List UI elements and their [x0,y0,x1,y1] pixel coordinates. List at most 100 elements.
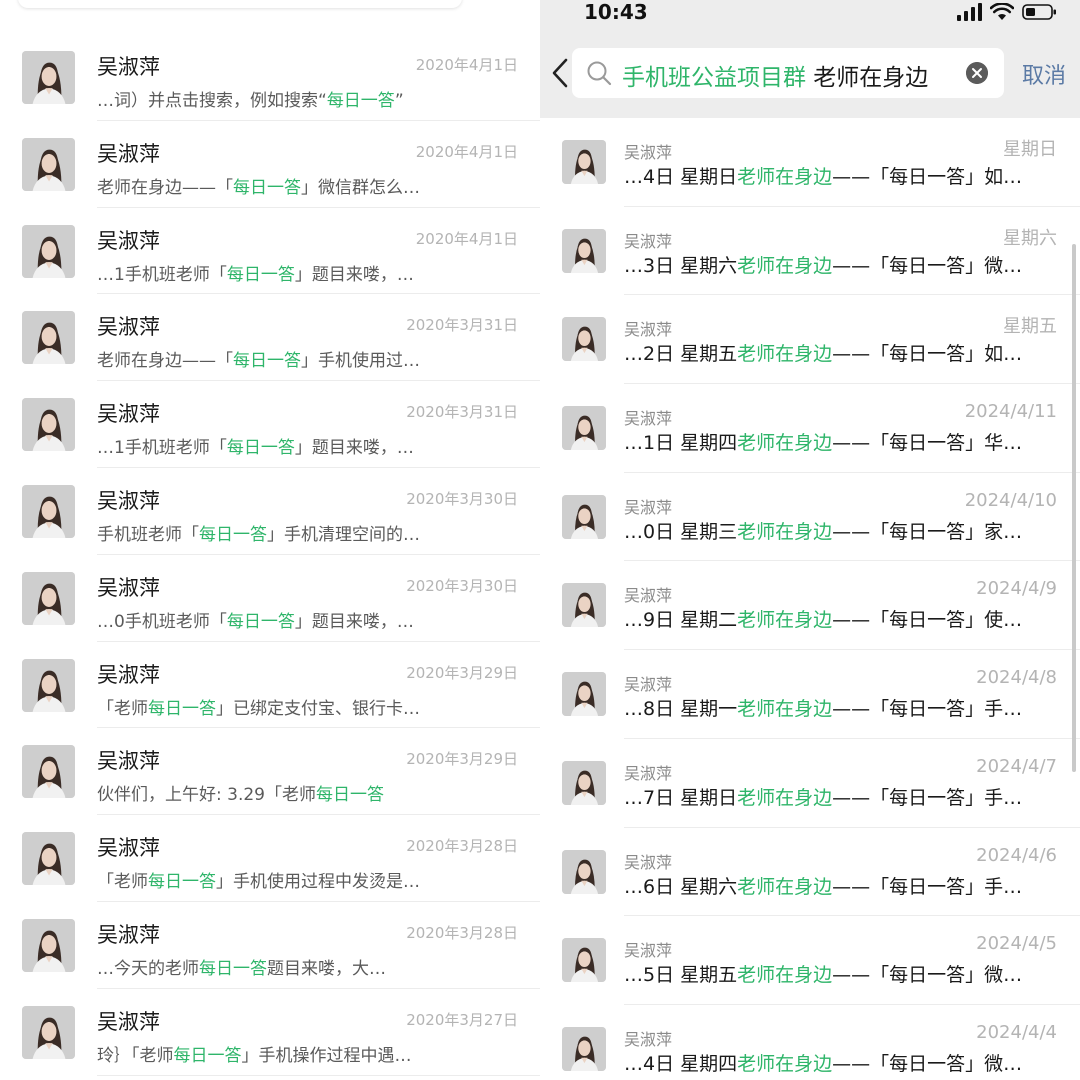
avatar-image [22,224,75,278]
avatar [22,484,75,538]
sender-name: 吴淑萍 [97,836,160,861]
sender-name: 吴淑萍 [624,586,673,606]
keyword-highlight: 每日一答 [148,872,216,893]
snippet-text: …8日 星期一 [624,698,738,721]
sender-name: 吴淑萍 [624,143,673,162]
avatar-image [562,140,606,184]
keyword-highlight: 每日一答 [199,524,267,545]
snippet-text: …7日 星期日 [624,786,738,809]
message-timestamp: 2020年3月28日 [406,923,518,942]
avatar [22,571,75,625]
search-result-row[interactable]: 吴淑萍 2024/4/4 …4日 星期四老师在身边——「每日一答」微… [540,1005,1080,1080]
keyword-highlight: 每日一答 [148,698,216,719]
snippet-text: …今天的老师 [97,958,199,979]
avatar [22,745,75,799]
search-result-row[interactable]: 吴淑萍 2020年3月28日 「老师每日一答」手机使用过程中发烫是… [0,815,540,902]
search-input[interactable]: 手机班公益项目群 老师在身边 [572,48,1004,98]
message-timestamp: 2020年4月1日 [415,142,518,161]
snippet-text: …3日 星期六 [624,254,738,277]
search-header: 10:43 手机班公益项目群 老师在身边 取消 [540,0,1080,118]
avatar [562,1026,606,1071]
search-result-row[interactable]: 吴淑萍 2024/4/10 …0日 星期三老师在身边——「每日一答」家… [540,473,1080,562]
avatar [562,406,606,451]
clear-search-icon[interactable] [966,62,988,84]
avatar [22,51,75,104]
snippet-text: 题目来喽，大… [267,958,386,979]
message-timestamp: 2020年3月29日 [406,663,518,682]
search-result-row[interactable]: 吴淑萍 2024/4/7 …7日 星期日老师在身边——「每日一答」手… [540,739,1080,828]
snippet-text: ——「每日一答」家… [832,520,1023,543]
row-divider [97,1074,540,1076]
search-result-row[interactable]: 吴淑萍 2024/4/5 …5日 星期五老师在身边——「每日一答」微… [540,916,1080,1005]
avatar [562,583,606,628]
search-result-row[interactable]: 吴淑萍 2020年3月29日 「老师每日一答」已绑定支付宝、银行卡… [0,642,540,729]
sender-name: 吴淑萍 [97,749,160,774]
message-snippet: …4日 星期日老师在身边——「每日一答」如… [624,162,1064,189]
search-result-row[interactable]: 吴淑萍 2020年3月31日 …1手机班老师「每日一答」题目来喽，… [0,381,540,468]
snippet-text: …1手机班老师「 [97,264,227,285]
search-result-row[interactable]: 吴淑萍 星期日 …4日 星期日老师在身边——「每日一答」如… [540,118,1080,207]
status-bar-icons [956,2,1058,22]
avatar [22,918,75,972]
snippet-text: 」手机操作过程中遇… [241,1045,412,1066]
keyword-highlight: 老师在身边 [737,609,833,632]
left-search-results-panel: 吴淑萍 2020年4月1日 …词）并点击搜索，例如搜索“每日一答” 吴淑萍 2020年… [0,0,540,1080]
search-result-row[interactable]: 吴淑萍 2020年3月30日 …0手机班老师「每日一答」题目来喽，… [0,555,540,642]
cancel-button[interactable]: 取消 [1022,58,1066,90]
snippet-text: ——「每日一答」微… [832,1052,1023,1075]
snippet-text: …5日 星期五 [624,964,738,987]
search-result-row[interactable]: 吴淑萍 2020年4月1日 …1手机班老师「每日一答」题目来喽，… [0,208,540,295]
back-arrow-icon[interactable] [548,56,574,90]
search-result-row[interactable]: 吴淑萍 2020年4月1日 …词）并点击搜索，例如搜索“每日一答” [0,34,540,121]
sender-name: 吴淑萍 [97,228,160,253]
avatar [562,938,606,983]
message-timestamp: 2024/4/4 [976,1021,1057,1043]
search-result-row[interactable]: 吴淑萍 2024/4/9 …9日 星期二老师在身边——「每日一答」使… [540,561,1080,651]
avatar [562,140,606,184]
message-timestamp: 2020年3月27日 [406,1010,518,1029]
sender-name: 吴淑萍 [97,141,160,166]
keyword-highlight: 老师在身边 [737,698,833,721]
avatar [562,672,606,717]
avatar-image [22,658,75,712]
sender-name: 吴淑萍 [97,922,160,947]
search-result-row[interactable]: 吴淑萍 2020年4月1日老师在身边——「每日一答」微信群怎么… [0,121,540,208]
message-snippet: 玲｝「老师每日一答」手机操作过程中遇… [97,1041,527,1066]
search-result-row[interactable]: 吴淑萍 2020年3月28日 …今天的老师每日一答题目来喽，大… [0,902,540,989]
message-timestamp: 2024/4/9 [976,578,1057,600]
snippet-text: ——「每日一答」微… [832,254,1023,277]
snippet-text: ——「每日一答」微… [832,964,1023,987]
search-result-row[interactable]: 吴淑萍 星期五 …2日 星期五老师在身边——「每日一答」如… [540,295,1080,385]
message-snippet: 老师在身边——「每日一答」微信群怎么… [97,173,527,198]
keyword-highlight: 每日一答 [233,351,301,372]
scrollbar[interactable] [1072,244,1076,772]
search-result-row[interactable]: 吴淑萍 2024/4/6 …6日 星期六老师在身边——「每日一答」手… [540,828,1080,917]
message-snippet: 手机班老师「每日一答」手机清理空间的… [97,520,527,545]
search-result-row[interactable]: 吴淑萍 2024/4/11 …1日 星期四老师在身边——「每日一答」华… [540,384,1080,473]
snippet-text: 」微信群怎么… [301,177,420,198]
sender-name: 吴淑萍 [97,55,160,79]
search-result-row[interactable]: 吴淑萍 2020年3月30日 手机班老师「每日一答」手机清理空间的… [0,468,540,555]
search-result-row[interactable]: 吴淑萍 2024/4/8 …8日 星期一老师在身边——「每日一答」手… [540,650,1080,739]
message-snippet: 伙伴们，上午好: 3.29「老师每日一答 [97,780,527,805]
wifi-icon [990,3,1014,20]
snippet-text: 」手机使用过… [301,351,420,372]
search-group-chip: 手机班公益项目群 [622,65,806,91]
status-bar-time: 10:43 [584,0,648,24]
search-result-row[interactable]: 吴淑萍 星期六 …3日 星期六老师在身边——「每日一答」微… [540,207,1080,296]
cellular-signal-icon [957,3,982,21]
message-snippet: …词）并点击搜索，例如搜索“每日一答” [97,86,527,111]
search-result-row[interactable]: 吴淑萍 2020年3月29日伙伴们，上午好: 3.29「老师每日一答 [0,728,540,816]
avatar-image [562,583,606,628]
search-result-row[interactable]: 吴淑萍 2020年3月27日 玲｝「老师每日一答」手机操作过程中遇… [0,989,540,1076]
screenshot-collage: 吴淑萍 2020年4月1日 …词）并点击搜索，例如搜索“每日一答” 吴淑萍 2020年… [0,0,1080,1080]
avatar-image [562,938,606,983]
message-timestamp: 2020年3月29日 [406,750,518,769]
keyword-highlight: 每日一答 [326,91,395,111]
message-snippet: …5日 星期五老师在身边——「每日一答」微… [624,960,1064,987]
snippet-text: 老师在身边——「 [97,351,233,372]
avatar-image [562,317,606,362]
message-timestamp: 2024/4/10 [964,489,1057,511]
avatar [22,832,75,886]
search-result-row[interactable]: 吴淑萍 2020年3月31日 老师在身边——「每日一答」手机使用过… [0,294,540,382]
